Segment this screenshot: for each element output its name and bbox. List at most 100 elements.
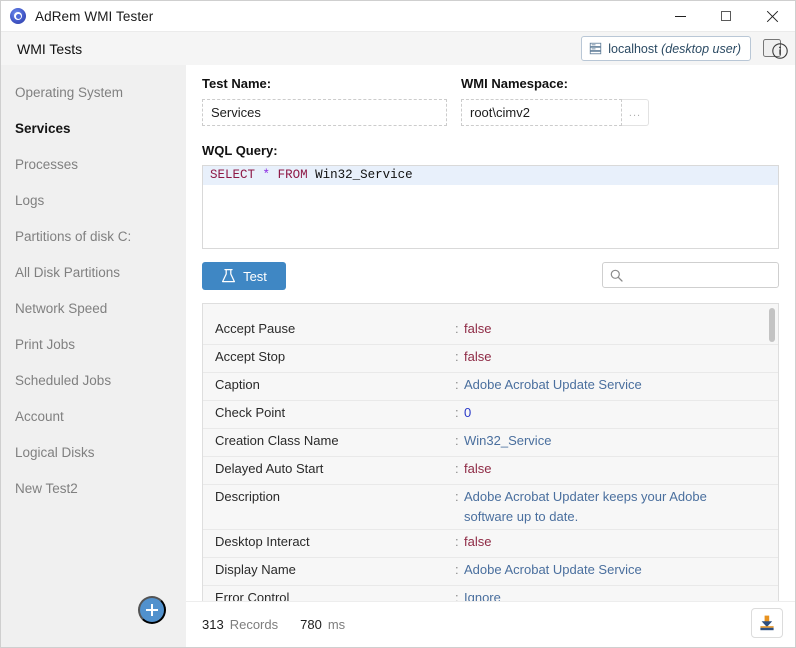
close-button[interactable] [749,1,795,31]
record-label: Records [229,617,279,632]
table-row[interactable]: Accept Stop : false [203,345,778,373]
test-name-input[interactable] [202,99,447,126]
result-separator: : [455,321,459,336]
host-selector[interactable]: localhost (desktop user) [581,36,751,61]
result-value: Adobe Acrobat Updater keeps your Adobe s… [464,489,707,524]
test-name-label: Test Name: [202,76,272,91]
record-count: 313 [202,617,224,632]
wql-class-name: Win32_Service [315,168,413,182]
result-value: Win32_Service [464,433,552,448]
sidebar-item-print-jobs[interactable]: Print Jobs [1,327,186,363]
result-separator: : [455,461,459,476]
action-row: Test [202,262,779,290]
table-row[interactable]: Check Point : 0 [203,401,778,429]
result-value: false [464,349,492,364]
result-key: Creation Class Name [215,433,339,448]
info-button[interactable] [763,39,788,59]
sidebar-item-logs[interactable]: Logs [1,183,186,219]
table-row[interactable]: Display Name : Adobe Acrobat Update Serv… [203,558,778,586]
server-stack-icon [590,42,602,55]
result-value: 0 [464,405,472,420]
wql-query-editor[interactable]: SELECT * FROM Win32_Service [202,165,779,249]
test-name-field-group: Test Name: [202,76,447,126]
results-list: Accept Pause : false Accept Stop : false… [203,304,778,604]
result-key: Check Point [215,405,286,420]
search-box[interactable] [602,262,779,288]
result-separator: : [455,534,459,549]
search-input[interactable] [629,268,769,282]
results-scrollbar-thumb[interactable] [769,308,775,342]
add-test-button[interactable] [138,596,166,624]
sidebar-item-all-disk-partitions[interactable]: All Disk Partitions [1,255,186,291]
result-key: Display Name [215,562,296,577]
minimize-button[interactable] [657,1,703,31]
duration-unit: ms [327,617,346,632]
table-row[interactable]: Creation Class Name : Win32_Service [203,429,778,457]
namespace-label: WMI Namespace: [461,76,568,91]
download-icon [760,615,774,631]
maximize-button[interactable] [703,1,749,31]
result-key: Description [215,489,281,504]
sidebar-item-processes[interactable]: Processes [1,147,186,183]
result-value: Adobe Acrobat Update Service [464,377,642,392]
wql-keyword-select: SELECT [210,168,256,182]
sidebar-item-partitions-of-disk-c[interactable]: Partitions of disk C: [1,219,186,255]
result-key: Accept Pause [215,321,296,336]
sidebar-item-logical-disks[interactable]: Logical Disks [1,435,186,471]
sidebar-item-network-speed[interactable]: Network Speed [1,291,186,327]
duration-value: 780 [300,617,322,632]
app-window: AdRem WMI Tester WMI Tests localhost (de… [0,0,796,648]
table-row[interactable]: Description : Adobe Acrobat Updater keep… [203,485,778,530]
table-row[interactable]: Caption : Adobe Acrobat Update Service [203,373,778,401]
status-bar: 313 Records 780 ms [186,601,795,647]
section-header: WMI Tests localhost (desktop user) [1,32,795,65]
result-separator: : [455,562,459,577]
namespace-field-group: WMI Namespace: ... [461,76,649,126]
page-title: WMI Tests [17,40,83,57]
host-user: (desktop user) [661,41,741,56]
result-key: Caption [215,377,260,392]
window-title: AdRem WMI Tester [35,8,154,24]
main-content: Test Name: WMI Namespace: ... WQL Query:… [186,65,795,647]
sidebar: Operating System Services Processes Logs… [1,65,186,647]
export-button[interactable] [751,608,783,638]
table-row[interactable]: Accept Pause : false [203,317,778,345]
result-separator: : [455,489,459,504]
form-row: Test Name: WMI Namespace: ... [202,65,779,126]
test-button-label: Test [243,268,267,284]
wql-star: * [262,168,271,182]
result-separator: : [455,349,459,364]
search-icon [610,269,623,282]
result-separator: : [455,405,459,420]
table-row[interactable]: Delayed Auto Start : false [203,457,778,485]
result-key: Desktop Interact [215,534,310,549]
sidebar-item-scheduled-jobs[interactable]: Scheduled Jobs [1,363,186,399]
sidebar-item-new-test2[interactable]: New Test2 [1,471,186,507]
namespace-input[interactable] [461,99,622,126]
sidebar-item-operating-system[interactable]: Operating System [1,75,186,111]
result-value: false [464,321,492,336]
results-panel: Accept Pause : false Accept Stop : false… [202,303,779,605]
maximize-icon [721,11,731,21]
sidebar-item-services[interactable]: Services [1,111,186,147]
test-button[interactable]: Test [202,262,286,290]
result-separator: : [455,433,459,448]
result-key: Delayed Auto Start [215,461,324,476]
flask-icon [222,268,236,283]
title-bar: AdRem WMI Tester [1,1,795,32]
wql-query-line: SELECT * FROM Win32_Service [203,166,778,185]
close-icon [766,10,778,22]
table-row[interactable]: Desktop Interact : false [203,530,778,558]
sidebar-item-account[interactable]: Account [1,399,186,435]
result-value: false [464,534,492,549]
result-value: false [464,461,492,476]
result-key: Accept Stop [215,349,286,364]
minimize-icon [674,15,686,17]
body: Operating System Services Processes Logs… [1,65,795,647]
window-controls [657,1,795,31]
namespace-browse-button[interactable]: ... [622,99,649,126]
result-value: Adobe Acrobat Update Service [464,562,642,577]
host-label: localhost (desktop user) [608,42,741,56]
wql-query-label: WQL Query: [202,143,278,158]
host-name: localhost [608,41,658,56]
